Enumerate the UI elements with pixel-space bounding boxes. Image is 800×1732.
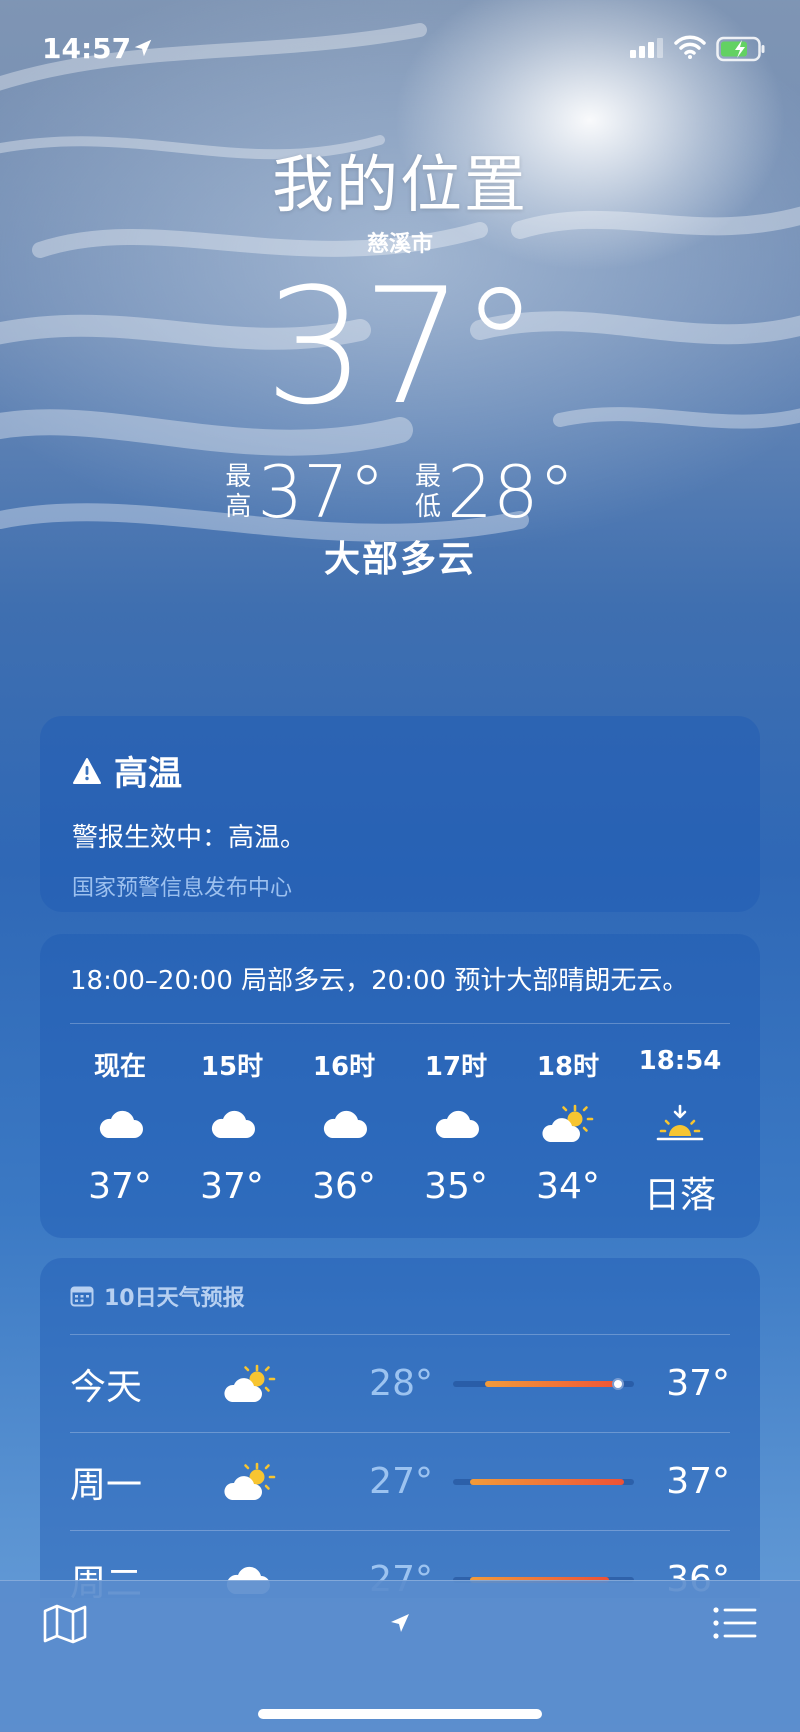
alert-text: 警报生效中：高温。 [72,823,307,853]
day-name: 今天 [70,1366,143,1408]
map-icon[interactable] [42,1603,88,1645]
bottom-toolbar [0,1580,800,1732]
alert-title-text: 高温 [114,754,182,794]
cellular-signal-icon [630,38,663,58]
hour-label: 16时 [312,1052,376,1082]
hourly-item: 17时 35° [406,1046,506,1218]
high-low-temperature: 最 高 37° 最 低 28° [0,450,800,534]
daily-title: 10日天气预报 [104,1286,245,1311]
sunset-icon [655,1096,705,1152]
daily-row[interactable]: 今天 28° 37° [70,1335,730,1433]
hour-temperature: 34° [536,1166,600,1207]
location-header: 我的位置 慈溪市 [0,150,800,258]
status-bar: 14:57 [0,28,800,68]
hourly-list[interactable]: 现在 37° 15时 37° 16时 36° 17时 35° 18时 34° 18:54 日落 [70,1046,730,1218]
alert-title: 高温 [72,746,728,795]
cloud-icon [208,1096,256,1152]
location-name: 我的位置 [271,148,528,221]
partly-cloudy-icon [223,1462,328,1502]
hourly-forecast-card[interactable]: 18:00–20:00 局部多云，20:00 预计大部晴朗无云。 现在 37° 15… [40,934,760,1238]
partly-cloudy-icon [223,1364,328,1404]
cloud-icon [96,1096,144,1152]
high-value: 37° [257,450,385,534]
hourly-item: 现在 37° [70,1046,170,1218]
day-high: 37° [666,1461,730,1502]
temperature-range-fill [484,1380,624,1387]
hour-label: 18时 [536,1052,600,1082]
daily-row[interactable]: 周一 27° 37° [70,1433,730,1531]
day-low: 27° [369,1461,433,1502]
hour-label: 18:54 [638,1046,722,1076]
home-indicator[interactable] [258,1709,542,1719]
calendar-icon [70,1286,94,1307]
current-temperature: 37° [264,253,540,440]
low-temperature: 最 低 28° [415,450,575,534]
status-time: 14:57 [42,32,132,65]
hour-temperature: 36° [312,1166,376,1207]
cloud-icon [432,1096,480,1152]
hour-label: 17时 [424,1052,488,1082]
hourly-item: 18:54 日落 [630,1046,730,1218]
daily-list: 今天28°37°周一27°37°周二27°36° [70,1335,730,1598]
alert-source[interactable]: 国家预警信息发布中心 [72,870,728,902]
temperature-range-bar [452,1377,635,1390]
day-low: 28° [369,1363,433,1404]
hour-temperature: 35° [424,1166,488,1207]
list-icon[interactable] [712,1605,758,1641]
hour-label: 现在 [93,1052,146,1082]
temperature-range-bar [452,1478,635,1485]
low-label: 最 低 [415,462,442,522]
hour-temperature: 日落 [643,1175,716,1216]
hourly-summary: 18:00–20:00 局部多云，20:00 预计大部晴朗无云。 [70,960,730,1024]
day-name: 周一 [70,1464,143,1506]
partly-cloudy-icon [541,1096,595,1152]
hour-temperature: 37° [200,1166,264,1207]
hourly-item: 16时 36° [294,1046,394,1218]
day-high: 37° [666,1363,730,1404]
weather-condition: 大部多云 [323,539,476,580]
location-arrow-icon[interactable] [388,1611,412,1635]
hourly-item: 18时 34° [518,1046,618,1218]
hourly-item: 15时 37° [182,1046,282,1218]
cloud-icon [320,1096,368,1152]
high-temperature: 最 高 37° [225,450,385,534]
ten-day-forecast-card[interactable]: 10日天气预报 今天28°37°周一27°37°周二27°36° [40,1258,760,1598]
hour-label: 15时 [200,1052,264,1082]
temperature-range-fill [469,1478,624,1485]
current-temp-dot [611,1377,624,1390]
low-value: 28° [447,450,575,534]
hour-temperature: 37° [88,1166,152,1207]
battery-charging-icon [716,36,765,62]
location-services-icon [134,39,152,57]
high-label: 最 高 [225,462,252,522]
daily-header: 10日天气预报 [70,1280,730,1335]
weather-alert-card[interactable]: 高温 警报生效中：高温。 国家预警信息发布中心 [40,716,760,912]
wifi-icon [674,35,706,59]
warning-icon [73,757,101,784]
